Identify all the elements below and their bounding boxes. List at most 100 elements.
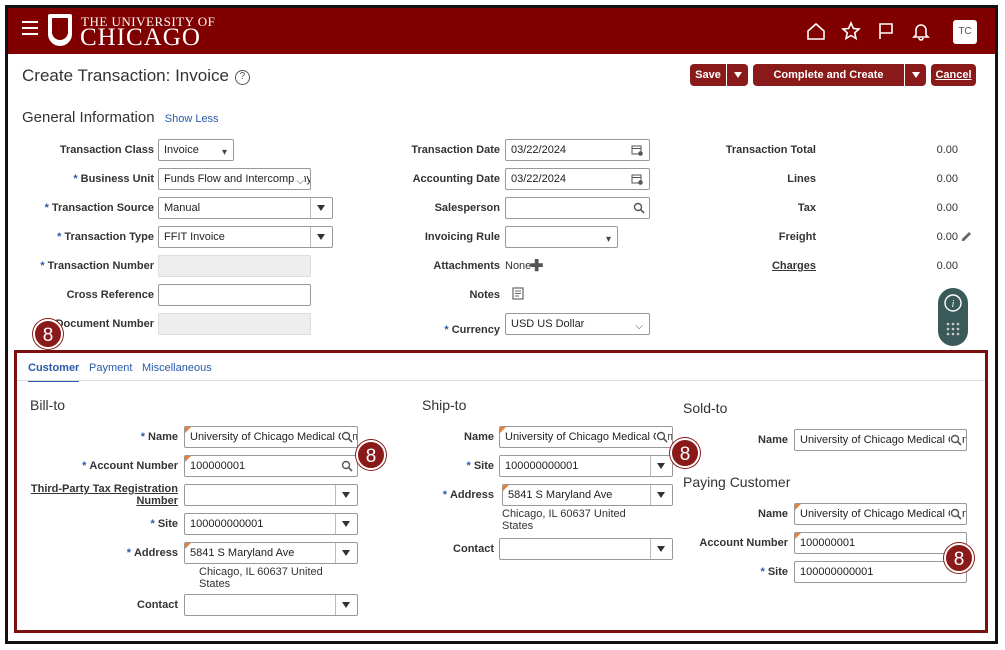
dropdown-button[interactable] xyxy=(335,595,357,615)
third-party-tax-registration-select[interactable] xyxy=(184,484,358,506)
accounting-date-input[interactable]: 03/22/2024 xyxy=(505,168,650,190)
paying-customer-account-number-value: 100000001 xyxy=(800,537,856,549)
ship-to-site-label: * Site xyxy=(408,460,494,472)
required-indicator: * xyxy=(760,566,765,578)
currency-value: USD US Dollar xyxy=(511,318,585,330)
calendar-icon[interactable] xyxy=(631,144,643,156)
bill-to-name-input[interactable]: University of Chicago Medical Center xyxy=(184,426,358,448)
apps-grid-icon[interactable] xyxy=(946,322,960,336)
dropdown-button[interactable] xyxy=(310,198,332,218)
general-heading-text: General Information xyxy=(22,109,155,126)
bill-to-name-value: University of Chicago Medical Center xyxy=(190,431,358,443)
tab-divider xyxy=(17,380,985,381)
search-icon[interactable] xyxy=(341,460,353,472)
dropdown-button[interactable] xyxy=(335,543,357,563)
paying-customer-heading: Paying Customer xyxy=(683,474,791,490)
cross-reference-input[interactable] xyxy=(158,284,311,306)
business-unit-select[interactable]: Funds Flow and Intercompany ⌵ xyxy=(158,168,311,190)
sold-to-name-input[interactable]: University of Chicago Medical Center xyxy=(794,429,967,451)
user-avatar[interactable]: TC xyxy=(953,20,977,44)
ship-to-address-value: 5841 S Maryland Ave xyxy=(508,489,613,501)
watchlist-flag-icon[interactable] xyxy=(876,21,896,41)
paying-customer-name-input[interactable]: University of Chicago Medical Center xyxy=(794,503,967,525)
lines-label: Lines xyxy=(787,173,816,185)
show-less-link[interactable]: Show Less xyxy=(165,113,219,125)
help-icon[interactable]: ? xyxy=(234,70,250,85)
cancel-button[interactable]: Cancel xyxy=(931,64,976,86)
complete-and-create-another-button[interactable]: Complete and Create Another xyxy=(753,64,926,103)
tab-miscellaneous[interactable]: Miscellaneous xyxy=(142,362,212,374)
save-button[interactable]: Save xyxy=(690,64,748,86)
complete-options-icon[interactable] xyxy=(904,64,926,86)
add-attachment-icon[interactable]: ✚ xyxy=(530,256,543,276)
dropdown-button[interactable] xyxy=(335,485,357,505)
side-tools-panel: i xyxy=(938,288,968,346)
bill-to-contact-select[interactable] xyxy=(184,594,358,616)
search-icon[interactable] xyxy=(656,431,668,443)
search-icon[interactable] xyxy=(950,434,962,446)
transaction-class-select[interactable]: Invoice ▾ xyxy=(158,139,234,161)
transaction-source-value: Manual xyxy=(164,202,201,214)
logo-line-2: CHICAGO xyxy=(80,24,201,51)
dropdown-button[interactable] xyxy=(650,539,672,559)
chevron-down-icon: ⌵ xyxy=(635,321,643,332)
transaction-type-label-text: Transaction Type xyxy=(64,231,154,243)
required-indicator: * xyxy=(150,518,155,530)
ship-to-address-label-text: Address xyxy=(449,489,494,501)
ship-to-name-input[interactable]: University of Chicago Medical Center xyxy=(499,426,673,448)
bill-to-heading: Bill-to xyxy=(30,397,66,413)
business-unit-label-text: Business Unit xyxy=(80,173,154,185)
tab-payment[interactable]: Payment xyxy=(89,362,132,374)
home-icon[interactable] xyxy=(806,21,826,41)
save-options-icon[interactable] xyxy=(726,64,748,86)
favorites-star-icon[interactable] xyxy=(841,21,861,41)
complete-label[interactable]: Complete and Create Another xyxy=(753,64,904,108)
charges-link[interactable]: Charges xyxy=(698,260,816,272)
ship-to-site-select[interactable]: 100000000001 xyxy=(499,455,673,477)
search-icon[interactable] xyxy=(950,508,962,520)
dropdown-button[interactable] xyxy=(650,456,672,476)
required-indicator: * xyxy=(40,260,45,272)
paying-customer-site-select[interactable]: 100000000001 xyxy=(794,561,967,583)
search-icon[interactable] xyxy=(633,202,645,214)
third-party-tax-registration-label[interactable]: Third-Party Tax Registration Number xyxy=(28,483,178,507)
transaction-date-input[interactable]: 03/22/2024 xyxy=(505,139,650,161)
required-indicator: * xyxy=(82,460,87,472)
save-label[interactable]: Save xyxy=(690,64,726,86)
transaction-type-select[interactable]: FFIT Invoice xyxy=(158,226,333,248)
invoicing-rule-select[interactable]: ▾ xyxy=(505,226,618,248)
bill-to-site-value: 100000000001 xyxy=(190,518,264,530)
transaction-date-value: 03/22/2024 xyxy=(511,144,567,156)
search-icon[interactable] xyxy=(341,431,353,443)
info-icon[interactable]: i xyxy=(944,294,962,312)
paying-customer-account-number-input[interactable]: 100000001 xyxy=(794,532,967,554)
tab-customer[interactable]: Customer xyxy=(28,362,80,382)
ship-to-contact-select[interactable] xyxy=(499,538,673,560)
transaction-source-select[interactable]: Manual xyxy=(158,197,333,219)
bill-to-address-select[interactable]: 5841 S Maryland Ave xyxy=(184,542,358,564)
bill-to-site-label-text: Site xyxy=(157,518,178,530)
required-indicator: * xyxy=(466,460,471,472)
ship-to-name-label: Name xyxy=(464,431,494,443)
sold-to-name-value: University of Chicago Medical Center xyxy=(800,434,967,446)
dropdown-button[interactable] xyxy=(335,514,357,534)
ship-to-address-select[interactable]: 5841 S Maryland Ave xyxy=(502,484,673,506)
callout-badge-8: 8 xyxy=(944,543,974,573)
notes-label: Notes xyxy=(469,289,500,301)
notes-icon[interactable] xyxy=(512,287,524,300)
edit-pencil-icon[interactable] xyxy=(960,230,973,243)
dropdown-button[interactable] xyxy=(650,485,672,505)
bill-to-site-label: * Site xyxy=(38,518,178,530)
calendar-icon[interactable] xyxy=(631,173,643,185)
chevron-down-icon: ▾ xyxy=(221,147,227,158)
notifications-bell-icon[interactable] xyxy=(911,21,931,41)
bill-to-account-number-input[interactable]: 100000001 xyxy=(184,455,358,477)
bill-to-account-number-value: 100000001 xyxy=(190,460,246,472)
currency-select[interactable]: USD US Dollar ⌵ xyxy=(505,313,650,335)
salesperson-input[interactable] xyxy=(505,197,650,219)
page-title: Create Transaction: Invoice? xyxy=(22,66,250,86)
bill-to-address-line2: Chicago, IL 60637 United xyxy=(199,566,323,578)
menu-icon[interactable] xyxy=(22,21,38,35)
dropdown-button[interactable] xyxy=(310,227,332,247)
bill-to-site-select[interactable]: 100000000001 xyxy=(184,513,358,535)
